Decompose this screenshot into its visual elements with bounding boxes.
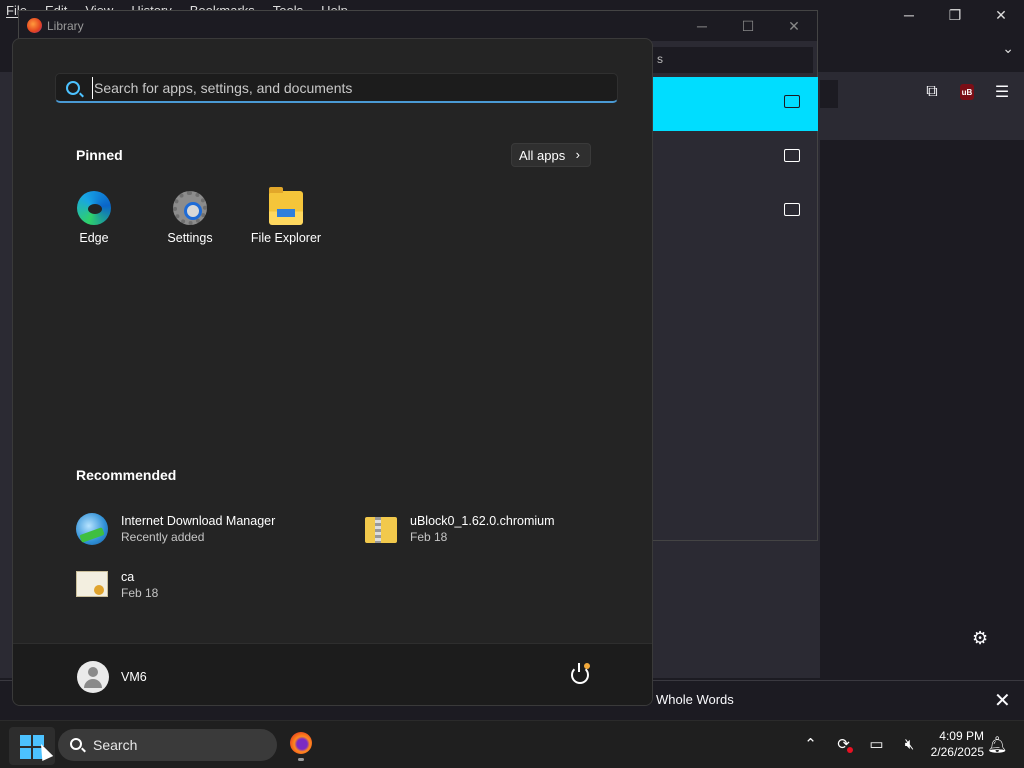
recommended-item-subtitle: Feb 18 xyxy=(410,530,448,544)
recommended-item-ublock[interactable]: uBlock0_1.62.0.chromium Feb 18 xyxy=(365,511,595,551)
chevron-up-icon[interactable]: ⌃ xyxy=(800,733,821,755)
library-search-input[interactable]: s xyxy=(653,47,813,73)
library-folder-row[interactable] xyxy=(653,77,818,131)
recommended-heading: Recommended xyxy=(76,467,177,483)
file-explorer-icon xyxy=(269,187,303,225)
library-window-controls: ─ ☐ ✕ xyxy=(679,11,817,41)
user-name[interactable]: VM6 xyxy=(121,670,147,684)
library-close-button[interactable]: ✕ xyxy=(771,11,817,41)
taskbar-clock[interactable]: 4:09 PM 2/26/2025 xyxy=(918,728,984,760)
recommended-item-subtitle: Feb 18 xyxy=(121,586,159,600)
firefox-content-panel xyxy=(820,140,1024,678)
all-apps-label: All apps xyxy=(519,148,566,163)
url-bar[interactable] xyxy=(820,80,838,108)
idm-icon xyxy=(76,513,108,545)
folder-icon xyxy=(784,149,800,162)
recommended-item-ca[interactable]: ca Feb 18 xyxy=(76,567,276,607)
start-search-input[interactable] xyxy=(92,77,612,99)
taskbar-search-label: Search xyxy=(93,737,138,753)
hamburger-menu-icon[interactable]: ☰ xyxy=(992,82,1012,102)
library-folder-row[interactable] xyxy=(653,131,818,185)
pinned-app-label: Settings xyxy=(167,231,213,245)
library-folder-row[interactable] xyxy=(653,185,818,239)
pinned-app-label: Edge xyxy=(79,231,109,245)
network-icon[interactable]: ▭ xyxy=(866,733,887,755)
taskbar: Search ⌃ ⟳ ▭ 🔇︎ 4:09 PM 2/26/2025 🔔︎ xyxy=(0,720,1024,768)
library-title: Library xyxy=(47,19,84,33)
findbar-close-icon[interactable]: ✕ xyxy=(994,688,1011,713)
taskbar-search[interactable]: Search xyxy=(58,729,277,761)
folder-icon xyxy=(784,95,800,108)
pinned-app-edge[interactable]: Edge xyxy=(49,187,139,251)
gear-icon[interactable]: ⚙ xyxy=(972,628,988,649)
pinned-app-file-explorer[interactable]: File Explorer xyxy=(241,187,331,251)
pinned-app-settings[interactable]: Settings xyxy=(145,187,235,251)
update-badge xyxy=(584,663,590,669)
list-all-tabs-icon[interactable]: ⌄ xyxy=(1002,40,1014,57)
library-titlebar: Library ─ ☐ ✕ xyxy=(19,11,817,41)
clock-time: 4:09 PM xyxy=(939,729,984,743)
start-menu: Pinned All apps › Edge Settings File Exp… xyxy=(12,38,653,706)
folder-icon xyxy=(784,203,800,216)
zip-folder-icon xyxy=(365,517,397,543)
firefox-logo-icon xyxy=(27,18,42,33)
chevron-right-icon: › xyxy=(575,147,580,162)
extensions-icon[interactable]: ⧉ xyxy=(922,82,942,102)
certificate-icon xyxy=(76,571,108,597)
recommended-item-name: ca xyxy=(121,570,135,584)
firefox-window-controls: ─ ❐ ✕ xyxy=(886,0,1024,30)
running-indicator xyxy=(298,758,304,761)
volume-muted-icon[interactable]: 🔇︎ xyxy=(899,733,920,755)
sync-icon[interactable]: ⟳ xyxy=(833,733,854,755)
recommended-item-idm[interactable]: Internet Download Manager Recently added xyxy=(76,511,336,551)
recommended-item-name: Internet Download Manager xyxy=(121,514,276,528)
all-apps-button[interactable]: All apps › xyxy=(511,143,591,167)
notification-bell-icon[interactable]: 🔔︎ xyxy=(987,735,1007,755)
search-icon xyxy=(66,81,80,95)
recommended-item-subtitle: Recently added xyxy=(121,530,205,544)
minimize-button[interactable]: ─ xyxy=(886,0,932,30)
system-tray: ⌃ ⟳ ▭ 🔇︎ xyxy=(800,733,920,755)
taskbar-firefox[interactable] xyxy=(286,729,316,761)
settings-gear-icon xyxy=(173,191,207,225)
user-avatar[interactable] xyxy=(77,661,109,693)
restore-button[interactable]: ❐ xyxy=(932,0,978,30)
whole-words-option[interactable]: Whole Words xyxy=(656,692,734,707)
pinned-app-label: File Explorer xyxy=(250,231,322,245)
toolbar-icons: ⧉ uB ☰ xyxy=(922,82,1012,102)
firefox-icon xyxy=(290,732,312,754)
library-maximize-button[interactable]: ☐ xyxy=(725,11,771,41)
clock-date: 2/26/2025 xyxy=(930,745,984,759)
start-search-box[interactable] xyxy=(55,73,618,103)
ublock-icon[interactable]: uB xyxy=(960,84,974,100)
pinned-heading: Pinned xyxy=(76,147,123,163)
search-icon xyxy=(70,738,82,750)
recommended-item-name: uBlock0_1.62.0.chromium xyxy=(410,514,555,528)
library-minimize-button[interactable]: ─ xyxy=(679,11,725,41)
edge-icon xyxy=(77,191,111,225)
start-menu-footer: VM6 xyxy=(13,643,652,705)
close-button[interactable]: ✕ xyxy=(978,0,1024,30)
